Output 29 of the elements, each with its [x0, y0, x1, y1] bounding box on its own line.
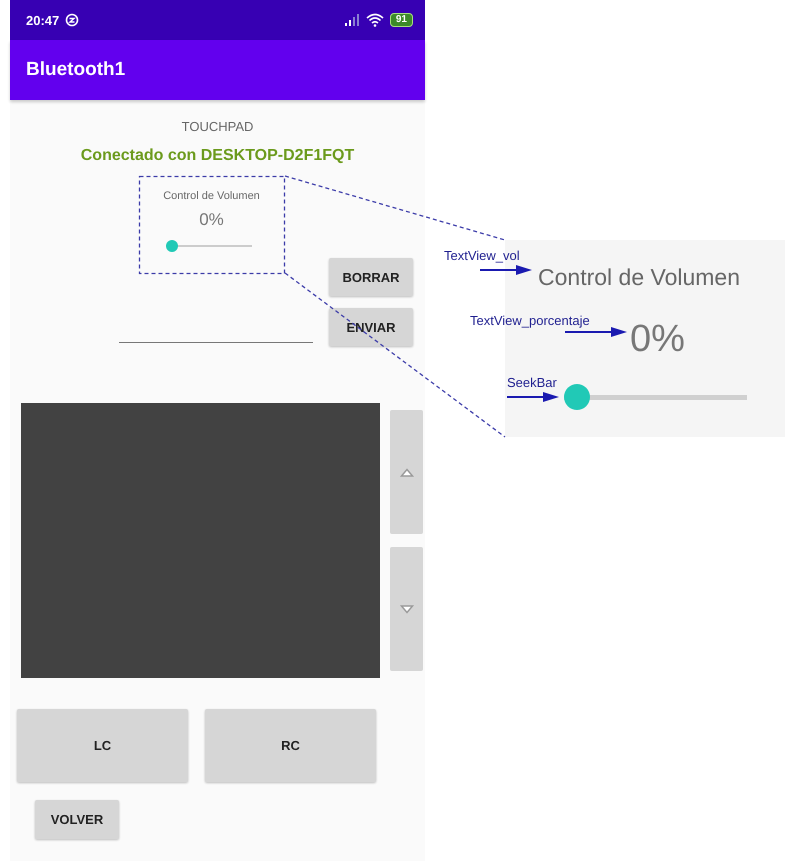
app-title: Bluetooth1: [26, 59, 126, 81]
click-button[interactable]: LC: [17, 709, 188, 782]
scroll-up-button[interactable]: [390, 410, 423, 534]
volume-percentage: 0%: [199, 210, 224, 230]
up-triangle-icon: [400, 468, 414, 476]
scroll-down-button[interactable]: [390, 547, 423, 671]
arrow: [507, 392, 559, 402]
clock-time: 20:47: [26, 12, 60, 28]
battery-level: 91: [390, 13, 413, 27]
annotation-label: SeekBar: [507, 375, 557, 390]
down-triangle-icon: [400, 604, 414, 614]
notification-icon: [65, 13, 80, 27]
arrow: [565, 327, 627, 337]
zoomed-volume-label: Control de Volumen: [538, 264, 740, 291]
action-button[interactable]: ENVIAR: [329, 308, 413, 346]
signal-icon: [344, 14, 360, 26]
touchpad-heading: TOUCHPAD: [182, 119, 254, 134]
connection-status: Conectado con DESKTOP-D2F1FQT: [80, 147, 354, 165]
back-button[interactable]: VOLVER: [35, 800, 119, 839]
annotation-label: TextView_vol: [444, 248, 520, 263]
slider-thumb[interactable]: [166, 240, 178, 252]
wifi-icon: [366, 13, 384, 27]
annotation-label: TextView_porcentaje: [470, 313, 590, 328]
arrow: [480, 265, 532, 275]
click-button[interactable]: RC: [205, 709, 376, 782]
action-button[interactable]: BORRAR: [329, 258, 413, 296]
volume-label: Control de Volumen: [163, 190, 260, 202]
touchpad-area[interactable]: [21, 403, 380, 678]
zoomed-percentage: 0%: [630, 318, 685, 361]
